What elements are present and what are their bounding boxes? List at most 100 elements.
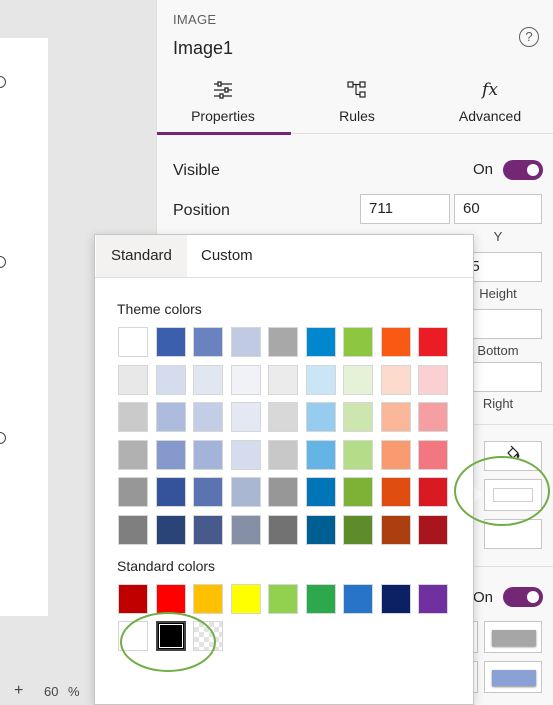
zoom-in-icon[interactable]: + bbox=[14, 682, 23, 700]
theme-color-swatch[interactable] bbox=[268, 477, 298, 507]
theme-color-swatch[interactable] bbox=[193, 439, 223, 470]
tab-advanced[interactable]: fx Advanced bbox=[424, 66, 553, 134]
theme-color-swatch[interactable] bbox=[343, 402, 373, 432]
tab-label: Properties bbox=[191, 108, 255, 124]
theme-color-swatch[interactable] bbox=[305, 439, 336, 470]
theme-color-swatch[interactable] bbox=[305, 364, 336, 395]
standard-color-swatch[interactable] bbox=[230, 584, 261, 614]
property-toggle[interactable] bbox=[503, 587, 543, 607]
help-icon[interactable]: ? bbox=[519, 27, 539, 47]
position-x-input[interactable]: 711 bbox=[360, 194, 450, 224]
rules-icon bbox=[291, 80, 423, 102]
standard-color-swatch[interactable] bbox=[305, 584, 336, 614]
theme-color-swatch[interactable] bbox=[118, 402, 148, 432]
theme-color-swatch[interactable] bbox=[230, 439, 261, 470]
theme-color-swatch[interactable] bbox=[230, 477, 261, 507]
standard-color-swatch[interactable] bbox=[118, 584, 148, 614]
tab-label: Advanced bbox=[458, 108, 522, 124]
properties-icon bbox=[157, 80, 289, 102]
standard-color-swatch[interactable] bbox=[268, 584, 298, 614]
theme-color-swatch[interactable] bbox=[305, 477, 336, 507]
theme-color-swatch[interactable] bbox=[380, 364, 411, 395]
theme-color-swatch[interactable] bbox=[193, 327, 223, 357]
theme-color-swatch[interactable] bbox=[380, 402, 411, 432]
control-name[interactable]: Image1 bbox=[173, 38, 233, 59]
theme-color-swatch[interactable] bbox=[268, 402, 298, 432]
tab-standard[interactable]: Standard bbox=[96, 235, 187, 277]
style-option-blue[interactable] bbox=[484, 661, 542, 693]
theme-color-swatch[interactable] bbox=[155, 364, 186, 395]
theme-color-swatch[interactable] bbox=[268, 514, 298, 545]
formula-icon: fx bbox=[482, 80, 498, 100]
theme-color-swatch[interactable] bbox=[155, 327, 186, 357]
visible-toggle[interactable] bbox=[503, 160, 543, 180]
tab-divider bbox=[95, 277, 473, 278]
theme-color-swatch[interactable] bbox=[305, 327, 336, 357]
control-type-label: IMAGE bbox=[173, 12, 217, 27]
toggle-state: On bbox=[473, 589, 494, 606]
theme-color-swatch[interactable] bbox=[155, 439, 186, 470]
theme-color-swatch[interactable] bbox=[380, 327, 411, 357]
theme-color-swatch[interactable] bbox=[193, 364, 223, 395]
theme-color-swatch[interactable] bbox=[343, 327, 373, 357]
resize-handle[interactable] bbox=[0, 432, 6, 444]
theme-color-swatch[interactable] bbox=[155, 514, 186, 545]
theme-color-swatch[interactable] bbox=[343, 439, 373, 470]
position-label: Position bbox=[173, 202, 230, 219]
theme-color-swatch[interactable] bbox=[230, 402, 261, 432]
theme-color-swatch[interactable] bbox=[268, 327, 298, 357]
theme-color-swatch[interactable] bbox=[418, 514, 448, 545]
style-preview bbox=[492, 630, 536, 646]
theme-color-swatch[interactable] bbox=[343, 514, 373, 545]
standard-color-swatch[interactable] bbox=[418, 584, 448, 614]
style-preview bbox=[492, 670, 536, 686]
tab-rules[interactable]: Rules bbox=[291, 66, 423, 134]
theme-color-swatch[interactable] bbox=[418, 327, 448, 357]
theme-color-swatch[interactable] bbox=[418, 402, 448, 432]
theme-color-swatch[interactable] bbox=[118, 364, 148, 395]
theme-color-swatch[interactable] bbox=[155, 477, 186, 507]
theme-color-swatch[interactable] bbox=[118, 514, 148, 545]
theme-color-swatch[interactable] bbox=[193, 477, 223, 507]
canvas-screen[interactable] bbox=[0, 38, 48, 616]
theme-color-swatch[interactable] bbox=[268, 364, 298, 395]
zoom-value: 60 bbox=[44, 684, 59, 699]
theme-color-swatch[interactable] bbox=[193, 402, 223, 432]
theme-color-swatch[interactable] bbox=[305, 402, 336, 432]
tab-properties[interactable]: Properties bbox=[157, 66, 291, 135]
tab-label: Rules bbox=[339, 108, 375, 124]
theme-color-swatch[interactable] bbox=[418, 439, 448, 470]
theme-color-swatch[interactable] bbox=[118, 439, 148, 470]
highlight-circle bbox=[454, 456, 550, 526]
standard-colors-title: Standard colors bbox=[117, 558, 216, 574]
tab-custom[interactable]: Custom bbox=[186, 235, 268, 277]
theme-color-swatch[interactable] bbox=[268, 439, 298, 470]
theme-color-swatch[interactable] bbox=[118, 477, 148, 507]
theme-color-swatch[interactable] bbox=[155, 402, 186, 432]
panel-header: IMAGE Image1 ? bbox=[157, 0, 553, 66]
standard-color-swatch[interactable] bbox=[343, 584, 373, 614]
standard-color-swatch[interactable] bbox=[193, 584, 223, 614]
theme-color-swatch[interactable] bbox=[418, 364, 448, 395]
theme-color-swatch[interactable] bbox=[380, 477, 411, 507]
theme-color-swatch[interactable] bbox=[118, 327, 148, 357]
resize-handle[interactable] bbox=[0, 256, 6, 268]
position-y-input[interactable]: 60 bbox=[454, 194, 542, 224]
theme-color-swatch[interactable] bbox=[230, 514, 261, 545]
theme-color-swatch[interactable] bbox=[418, 477, 448, 507]
visible-label: Visible bbox=[173, 162, 220, 179]
theme-color-swatch[interactable] bbox=[343, 364, 373, 395]
theme-color-swatch[interactable] bbox=[305, 514, 336, 545]
standard-color-swatch[interactable] bbox=[155, 584, 186, 614]
style-option-gray[interactable] bbox=[484, 621, 542, 653]
theme-color-swatch[interactable] bbox=[380, 439, 411, 470]
theme-colors-title: Theme colors bbox=[117, 301, 202, 317]
theme-color-swatch[interactable] bbox=[230, 327, 261, 357]
theme-color-swatch[interactable] bbox=[343, 477, 373, 507]
theme-color-swatch[interactable] bbox=[193, 514, 223, 545]
theme-color-swatch[interactable] bbox=[380, 514, 411, 545]
theme-color-swatch[interactable] bbox=[230, 364, 261, 395]
highlight-circle bbox=[120, 612, 216, 672]
resize-handle[interactable] bbox=[0, 76, 6, 88]
standard-color-swatch[interactable] bbox=[380, 584, 411, 614]
